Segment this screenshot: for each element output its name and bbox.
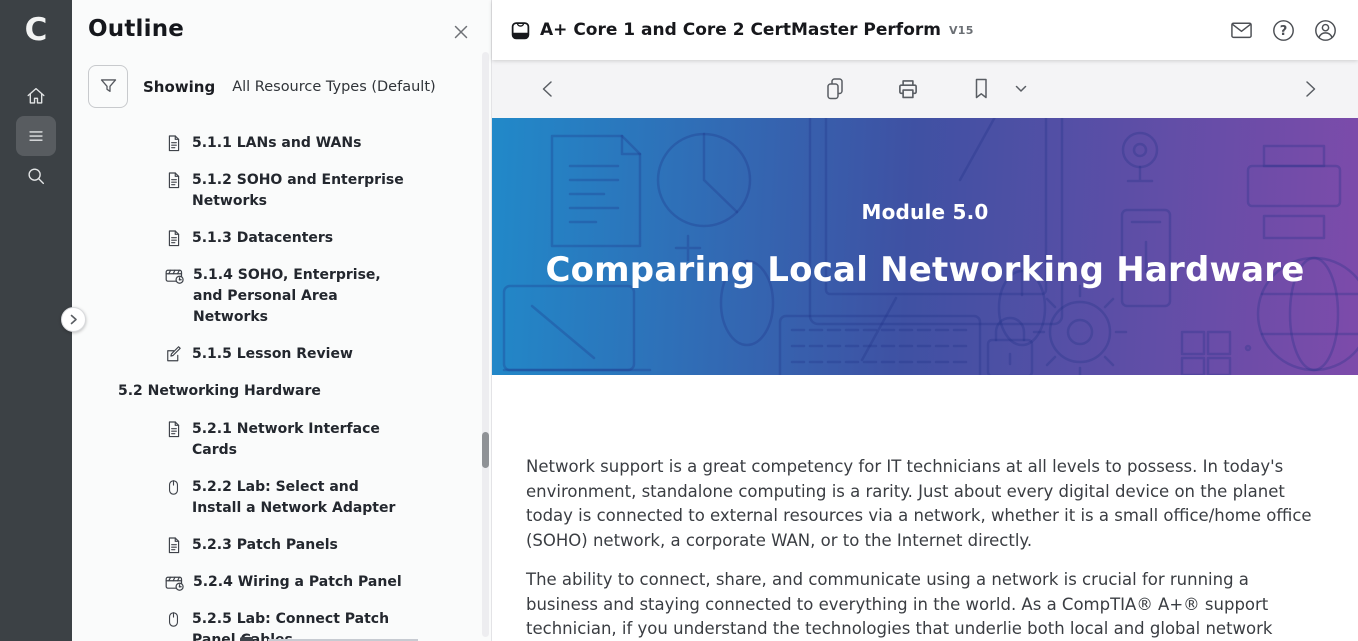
outline-item[interactable]: 5.1.3 Datacenters (118, 228, 433, 249)
document-icon (164, 228, 184, 249)
outline-item[interactable]: 5.1.2 SOHO and Enterprise Networks (118, 170, 433, 212)
outline-item[interactable]: 5.1.5 Lesson Review (118, 344, 433, 365)
outline-menu-button[interactable] (16, 116, 56, 156)
module-banner: Module 5.0 Comparing Local Networking Ha… (492, 118, 1358, 375)
document-icon (164, 535, 184, 556)
account-icon (1313, 18, 1338, 43)
messages-button[interactable] (1229, 18, 1254, 43)
search-icon (25, 165, 47, 187)
outline-item-label: 5.1.3 Datacenters (192, 228, 333, 249)
outline-item-label: 5.1.5 Lesson Review (192, 344, 353, 365)
outline-title: Outline (88, 16, 184, 42)
chevron-right-icon (1304, 80, 1318, 98)
copy-button[interactable] (823, 76, 847, 102)
version-badge: V15 (949, 24, 974, 37)
outline-section-header[interactable]: 5.2 Networking Hardware (118, 381, 433, 402)
help-icon: ? (1271, 18, 1296, 43)
video-icon (164, 572, 185, 593)
outline-item-label: 5.2.3 Patch Panels (192, 535, 338, 556)
document-icon (164, 170, 184, 191)
body-paragraph: Network support is a great competency fo… (526, 455, 1314, 553)
previous-page-button[interactable] (540, 80, 554, 98)
close-outline-button[interactable] (451, 22, 471, 42)
toolbar (492, 60, 1358, 118)
filter-value: All Resource Types (Default) (232, 79, 435, 95)
outline-item-label: 5.2.1 Network Interface Cards (192, 419, 406, 461)
main-area: A+ Core 1 and Core 2 CertMaster Perform … (492, 0, 1358, 641)
chevron-left-icon (540, 80, 554, 98)
body-paragraph: The ability to connect, share, and commu… (526, 568, 1314, 641)
outline-item[interactable]: 5.1.4 SOHO, Enterprise, and Personal Are… (118, 265, 433, 328)
next-page-button[interactable] (1304, 80, 1318, 98)
content-area: Network support is a great competency fo… (492, 375, 1358, 641)
outline-item-label: 5.2.2 Lab: Select and Install a Network … (192, 477, 406, 519)
banner-pattern (492, 118, 1358, 375)
lab-icon (164, 609, 184, 630)
module-title: Comparing Local Networking Hardware (492, 250, 1358, 290)
outline-item-label: 5.1.2 SOHO and Enterprise Networks (192, 170, 406, 212)
bookmark-button[interactable] (969, 76, 993, 102)
chevron-right-icon (69, 314, 78, 325)
outline-item[interactable]: 5.2.4 Wiring a Patch Panel (118, 572, 433, 593)
video-icon (164, 265, 185, 286)
outline-panel: Outline Showing All Resource Types (Defa… (72, 0, 492, 641)
outline-scrollbar-track[interactable] (482, 52, 489, 637)
course-title: A+ Core 1 and Core 2 CertMaster Perform (540, 20, 941, 40)
outline-item-label: 5.2 Networking Hardware (118, 381, 321, 402)
main-header: A+ Core 1 and Core 2 CertMaster Perform … (492, 0, 1358, 60)
outline-item-label: 5.1.4 SOHO, Enterprise, and Personal Are… (193, 265, 407, 328)
lab-icon (164, 477, 184, 498)
outline-item[interactable]: 5.2.2 Lab: Select and Install a Network … (118, 477, 433, 519)
book-icon (510, 20, 531, 41)
filter-showing-label: Showing (143, 78, 215, 96)
home-button[interactable] (16, 76, 56, 116)
chevron-down-icon (1015, 85, 1027, 93)
search-button[interactable] (16, 156, 56, 196)
print-icon (895, 76, 921, 102)
app-window: C Outline (0, 0, 1358, 641)
filter-icon (98, 76, 119, 97)
outline-item-label: 5.1.1 LANs and WANs (192, 133, 361, 154)
outline-list: 5.1.1 LANs and WANs 5.1.2 SOHO and Enterp… (72, 133, 491, 641)
document-icon (240, 637, 253, 641)
edit-icon (164, 344, 184, 365)
outline-item[interactable]: 5.2.1 Network Interface Cards (118, 419, 433, 461)
comptia-logo[interactable]: C (25, 8, 48, 52)
document-icon (164, 133, 184, 154)
outline-item[interactable]: 5.2.3 Patch Panels (118, 535, 433, 556)
document-icon (164, 419, 184, 440)
outline-item-partial[interactable] (236, 637, 456, 641)
svg-text:?: ? (1280, 23, 1288, 38)
outline-item[interactable]: 5.1.1 LANs and WANs (118, 133, 433, 154)
account-button[interactable] (1313, 18, 1338, 43)
outline-scrollbar-thumb[interactable] (482, 432, 489, 468)
help-button[interactable]: ? (1271, 18, 1296, 43)
close-icon (451, 22, 471, 42)
outline-item-label: 5.2.4 Wiring a Patch Panel (193, 572, 402, 593)
bookmark-icon (969, 76, 993, 102)
menu-icon (25, 125, 47, 147)
filter-button[interactable] (88, 65, 128, 108)
module-label: Module 5.0 (492, 200, 1358, 224)
print-button[interactable] (895, 76, 921, 102)
mail-icon (1229, 18, 1254, 43)
home-icon (25, 85, 47, 107)
expand-panel-button[interactable] (61, 307, 86, 332)
copy-icon (823, 76, 847, 102)
bookmark-menu-button[interactable] (1015, 85, 1027, 93)
